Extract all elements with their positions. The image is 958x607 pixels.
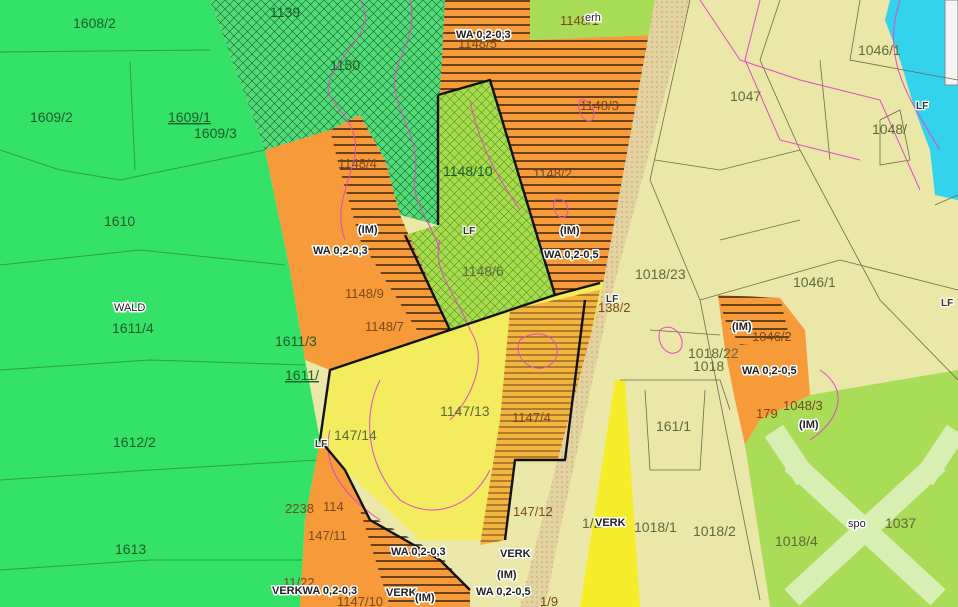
zone-label: spo [848,518,866,530]
map-edge-panel [944,0,958,86]
parcel-label: 1148/7 [365,319,404,334]
parcel-label: 2238 [285,501,314,516]
zone-label: WA 0,2-0,5 [742,365,797,377]
parcel-label: 1018/2 [693,523,736,539]
parcel-label: 1018 [693,358,724,374]
zone-label: WA 0,2-0,5 [544,249,599,261]
zoning-map[interactable]: 1608/2 1609/2 1609/1 1609/3 1610 1611/4 … [0,0,958,607]
parcel-label: 1610 [104,213,135,229]
parcel-label: 1609/3 [194,125,237,141]
lf-label: LF [463,226,475,237]
parcel-label: 1612/2 [113,434,156,450]
parcel-label: 1037 [885,515,916,531]
zone-label-wald: WALD [114,302,145,314]
zone-label: (IM) [799,419,819,431]
parcel-label: 1147/13 [440,403,490,419]
parcel-label: 1613 [115,541,146,557]
parcel-label: 147/12 [513,504,553,519]
zone-label: VERKWA 0,2-0,3 [272,585,357,597]
lf-label: LF [606,294,618,305]
parcel-label: 1611/ [285,367,319,383]
parcel-label: 1148/10 [443,163,493,179]
zone-label: erh [585,12,601,24]
parcel-label: 1048/3 [783,398,823,413]
zone-label: VERK [500,548,531,560]
zone-label: (IM) [415,592,435,604]
zone-label: (IM) [560,225,580,237]
parcel-label: 1/9 [540,594,558,607]
lf-label: LF [916,101,928,112]
parcel-label: 1608/2 [73,15,116,31]
parcel-label: 147/14 [334,427,377,443]
parcel-label: 1147/4 [512,410,551,425]
zone-label: (IM) [497,569,517,581]
lf-label: LF [315,439,327,450]
parcel-label: 161/1 [656,418,691,434]
parcel-label: 1139 [270,4,300,20]
parcel-label: 1148/6 [462,263,504,279]
zone-label: WA 0,2-0,3 [313,245,368,257]
parcel-label: 1148/3 [580,98,619,113]
zone-label: WA 0,2-0,5 [476,586,531,598]
parcel-label: 1609/2 [30,109,73,125]
parcel-label: 1046/1 [858,42,901,58]
parcel-label: 1611/3 [275,333,317,349]
parcel-label: 1611/4 [112,320,154,336]
parcel-label: 1047 [730,88,761,104]
parcel-label: 1018/1 [634,519,677,535]
zone-label: WA 0,2-0,3 [456,29,511,41]
parcel-label: 1046/2 [752,329,792,344]
zone-label: VERK [595,517,626,529]
parcel-label: 114 [323,499,344,514]
lf-label: LF [941,298,953,309]
zone-label: (IM) [732,321,752,333]
parcel-label: 1148/9 [345,286,384,301]
parcel-label: 1048/ [872,121,907,137]
parcel-label: 1148/2 [533,166,572,181]
parcel-label: 1609/1 [168,109,211,125]
zone-label: WA 0,2-0,3 [391,546,446,558]
zone-label: VERK [386,587,417,599]
parcel-label: 1148/4 [338,156,377,171]
zone-label: (IM) [358,224,378,236]
parcel-label: 1150 [330,57,360,73]
parcel-label: 1018/4 [775,533,818,549]
parcel-label: 1018/23 [635,266,686,282]
parcel-label: 1046/1 [793,274,836,290]
parcel-label: 147/11 [308,528,347,543]
parcel-label: 179 [756,406,778,421]
